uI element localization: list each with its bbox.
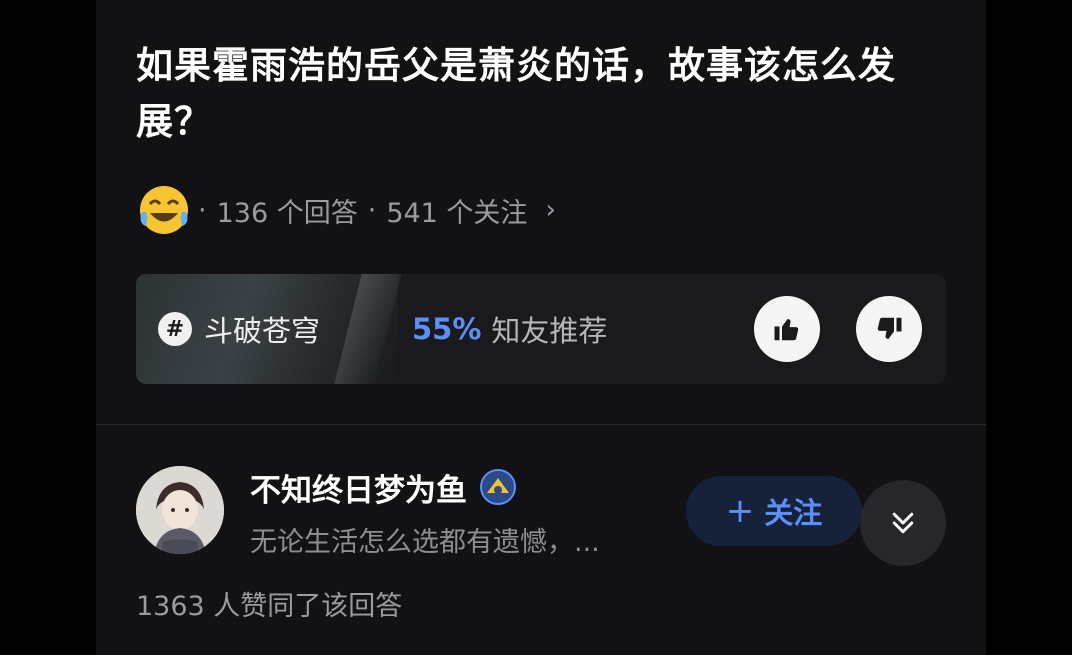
thumbs-down-icon (877, 317, 902, 339)
author-name-row[interactable]: 不知终日梦为鱼 (250, 466, 517, 509)
question-title[interactable]: 如果霍雨浩的岳父是萧炎的话，故事该怎么发展？ (136, 38, 956, 150)
answer-count: 136 个回答 (216, 197, 358, 229)
meta-separator: · (367, 194, 377, 226)
answer-screen: 如果霍雨浩的岳父是萧炎的话，故事该怎么发展？ · 136 个回答 · 541 个… (96, 0, 986, 655)
meta-separator: · (198, 194, 207, 226)
follow-author-button[interactable]: + 关注 (686, 476, 862, 546)
recommend-percent: 55% (412, 312, 482, 346)
upvote-button[interactable] (754, 296, 820, 362)
topic-card[interactable]: # 斗破苍穹 55% 知友推荐 (136, 274, 946, 384)
downvote-button[interactable] (856, 296, 922, 362)
chevron-right-icon[interactable]: › (545, 195, 555, 225)
follow-count: 541 个关注 (386, 197, 528, 229)
topic-tag[interactable]: # 斗破苍穹 (158, 307, 320, 351)
collapse-button[interactable] (860, 480, 946, 566)
thumbs-up-icon (774, 319, 799, 341)
author-badge-icon (479, 468, 517, 506)
question-meta[interactable]: · 136 个回答 · 541 个关注 › (136, 184, 556, 236)
author-bio: 无论生活怎么选都有遗憾，... (250, 527, 600, 558)
recommend-rate: 55% 知友推荐 (412, 307, 607, 351)
author-name: 不知终日梦为鱼 (250, 472, 467, 509)
answer-likes: 1363 人赞同了该回答 (136, 591, 403, 622)
plus-icon: + (725, 491, 755, 531)
laughing-crying-emoji-icon (136, 182, 192, 238)
follow-label: 关注 (764, 496, 823, 530)
section-divider (96, 424, 986, 425)
topic-tag-label: 斗破苍穹 (204, 314, 321, 348)
recommend-label: 知友推荐 (491, 314, 608, 348)
hash-icon: # (158, 312, 192, 346)
double-chevron-down-icon (892, 512, 914, 534)
author-avatar[interactable] (136, 466, 224, 554)
